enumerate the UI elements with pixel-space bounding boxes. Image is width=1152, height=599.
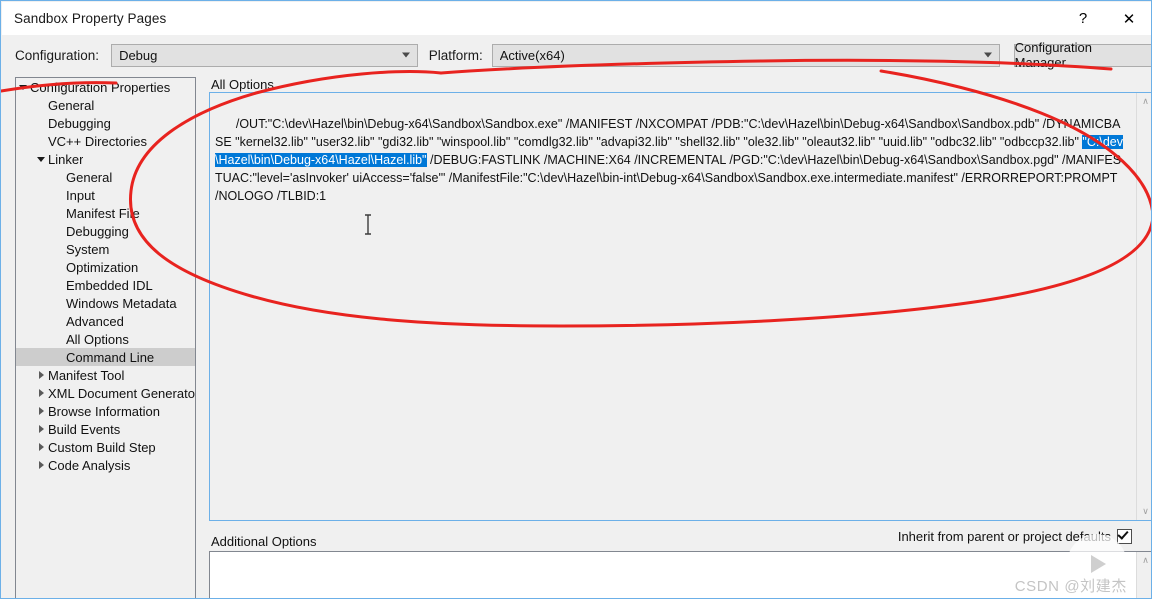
configuration-value: Debug [119,47,158,63]
twisty-collapsed-icon[interactable] [34,425,48,433]
tree-item-configuration-properties[interactable]: Configuration Properties [16,78,195,96]
tree-item-label: Debugging [48,115,111,131]
options-text-before: /OUT:"C:\dev\Hazel\bin\Debug-x64\Sandbox… [215,117,1121,149]
additional-options-textarea[interactable]: ∧ [209,551,1151,598]
tree-item-general[interactable]: General [16,96,195,114]
tree-item-label: Custom Build Step [48,439,156,455]
tree-item-label: Command Line [66,349,155,365]
twisty-collapsed-icon[interactable] [34,389,48,397]
tree-item-manifest-file[interactable]: Manifest File [16,204,195,222]
tree-item-browse-information[interactable]: Browse Information [16,402,195,420]
tree-item-label: Browse Information [48,403,160,419]
tree-item-label: Manifest File [66,205,140,221]
tree-item-input[interactable]: Input [16,186,195,204]
title-bar: Sandbox Property Pages ? ✕ [2,2,1151,35]
tree-item-command-line[interactable]: Command Line [16,348,195,366]
tree-item-label: VC++ Directories [48,133,147,149]
tree-item-label: System [66,241,110,257]
tree-item-xml-document-generator[interactable]: XML Document Generator [16,384,195,402]
tree-item-label: Linker [48,151,84,167]
all-options-text: /OUT:"C:\dev\Hazel\bin\Debug-x64\Sandbox… [215,97,1123,223]
tree-item-optimization[interactable]: Optimization [16,258,195,276]
chevron-down-icon [401,52,410,58]
tree-item-manifest-tool[interactable]: Manifest Tool [16,366,195,384]
tree-item-label: Configuration Properties [30,79,171,95]
help-icon[interactable]: ? [1060,2,1106,35]
tree-item-label: Manifest Tool [48,367,125,383]
twisty-expanded-icon[interactable] [34,156,48,162]
configuration-label: Configuration: [15,47,100,63]
additional-options-label: Additional Options [211,534,317,549]
configuration-toolbar: Configuration: Debug Platform: Active(x6… [2,35,1151,75]
configuration-dropdown[interactable]: Debug [111,43,418,67]
tree-item-build-events[interactable]: Build Events [16,420,195,438]
tree-item-windows-metadata[interactable]: Windows Metadata [16,294,195,312]
tree-item-general[interactable]: General [16,168,195,186]
configuration-manager-button[interactable]: Configuration Manager... [1013,40,1151,70]
twisty-collapsed-icon[interactable] [34,371,48,379]
tree-item-label: General [66,169,113,185]
window-controls: ? ✕ [1060,2,1151,35]
tree-item-vc-directories[interactable]: VC++ Directories [16,132,195,150]
inherit-defaults-checkbox[interactable] [1117,528,1132,544]
tree-item-label: Debugging [66,223,129,239]
tree-item-label: Optimization [66,259,139,275]
tree-item-custom-build-step[interactable]: Custom Build Step [16,438,195,456]
check-icon [1117,528,1129,540]
window-title: Sandbox Property Pages [14,11,167,26]
tree-item-label: Input [66,187,95,203]
close-icon[interactable]: ✕ [1106,2,1151,35]
tree-item-label: All Options [66,331,129,347]
inherit-defaults-label: Inherit from parent or project defaults [897,529,1111,544]
platform-label: Platform: [428,47,483,63]
tree-item-code-analysis[interactable]: Code Analysis [16,456,195,474]
tree-item-label: Windows Metadata [66,295,177,311]
all-options-scrollbar[interactable]: ∧ ∨ [1136,93,1151,520]
tree-item-label: Embedded IDL [66,277,153,293]
tree-item-embedded-idl[interactable]: Embedded IDL [16,276,195,294]
tree-item-label: Advanced [66,313,124,329]
twisty-expanded-icon[interactable] [16,84,30,90]
tree-item-debugging[interactable]: Debugging [16,114,195,132]
all-options-label: All Options [211,77,274,92]
tree-item-all-options[interactable]: All Options [16,330,195,348]
platform-value: Active(x64) [499,47,565,63]
twisty-collapsed-icon[interactable] [34,407,48,415]
tree-item-label: Build Events [48,421,121,437]
scroll-up-icon[interactable]: ∧ [1137,93,1151,110]
platform-dropdown[interactable]: Active(x64) [491,43,1000,67]
tree-item-system[interactable]: System [16,240,195,258]
twisty-collapsed-icon[interactable] [34,461,48,469]
tree-item-linker[interactable]: Linker [16,150,195,168]
chevron-down-icon [983,52,992,58]
additional-options-scrollbar[interactable]: ∧ [1136,552,1151,598]
tree-item-debugging[interactable]: Debugging [16,222,195,240]
scroll-down-icon[interactable]: ∨ [1137,503,1151,520]
tree-item-label: General [48,97,95,113]
tree-item-label: XML Document Generator [48,385,195,401]
tree-item-label: Code Analysis [48,457,131,473]
tree-item-advanced[interactable]: Advanced [16,312,195,330]
scroll-up-icon[interactable]: ∧ [1137,552,1151,569]
twisty-collapsed-icon[interactable] [34,443,48,451]
all-options-textarea[interactable]: /OUT:"C:\dev\Hazel\bin\Debug-x64\Sandbox… [209,92,1151,521]
property-tree[interactable]: Configuration Properties General Debugging… [15,77,196,598]
property-pages-dialog: Sandbox Property Pages ? ✕ Configuration… [0,0,1152,599]
